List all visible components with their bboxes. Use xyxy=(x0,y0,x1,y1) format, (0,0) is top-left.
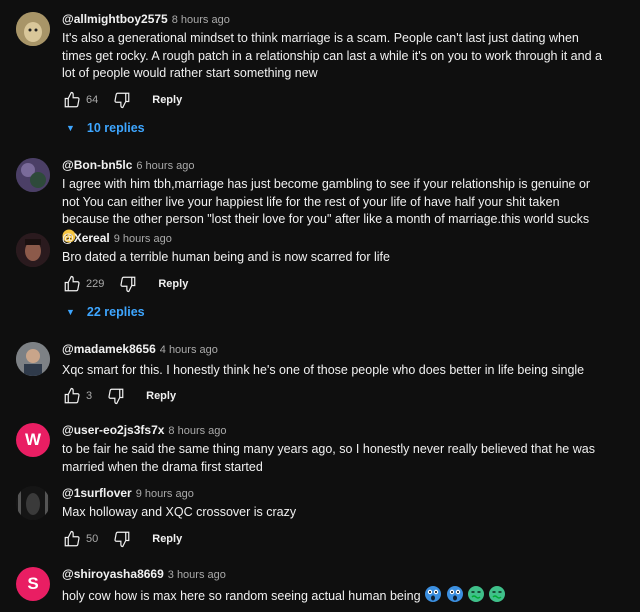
comment-author[interactable]: @Bon-bn5lc xyxy=(62,158,132,172)
comment-author[interactable]: @allmightboy2575 xyxy=(62,12,168,26)
replies-count: 10 replies xyxy=(86,121,145,135)
comment-header: @shiroyasha8669 3 hours ago xyxy=(62,567,226,581)
comment-actions: 64 Reply xyxy=(62,90,182,110)
comment-text: holy cow how is max here so random seein… xyxy=(62,585,602,609)
comment-actions: 50 Reply xyxy=(62,529,182,549)
avatar[interactable]: S xyxy=(16,567,50,601)
like-count: 64 xyxy=(86,94,99,106)
comment-text-body: holy cow how is max here so random seein… xyxy=(62,589,421,604)
nauseated-face-emoji-icon xyxy=(488,585,506,609)
comment-author[interactable]: @shiroyasha8669 xyxy=(62,567,164,581)
view-replies-button[interactable]: ▼ 10 replies xyxy=(66,121,145,135)
caret-down-icon: ▼ xyxy=(66,123,75,133)
avatar[interactable] xyxy=(16,486,50,520)
comment-time[interactable]: 8 hours ago xyxy=(172,14,230,26)
thumbs-down-icon[interactable] xyxy=(118,274,138,294)
comment-author[interactable]: @Xereal xyxy=(62,231,110,245)
avatar-letter: S xyxy=(27,574,39,593)
comment-time[interactable]: 9 hours ago xyxy=(114,233,172,245)
comment-header: @user-eo2js3fs7x 8 hours ago xyxy=(62,423,227,437)
comment-actions: 3 Reply xyxy=(62,386,176,406)
view-replies-button[interactable]: ▼ 22 replies xyxy=(66,305,145,319)
like-count: 3 xyxy=(86,390,93,402)
comment-actions: 229 Reply xyxy=(62,274,188,294)
comment-text: Bro dated a terrible human being and is … xyxy=(62,250,390,264)
thumbs-up-icon[interactable] xyxy=(62,529,82,549)
reply-button[interactable]: Reply xyxy=(146,390,176,402)
comment-header: @allmightboy2575 8 hours ago xyxy=(62,12,230,26)
comment-header: @Bon-bn5lc 6 hours ago xyxy=(62,158,194,172)
reply-button[interactable]: Reply xyxy=(152,533,182,545)
scared-face-emoji-icon xyxy=(424,585,442,609)
comment-header: @Xereal 9 hours ago xyxy=(62,231,172,245)
avatar[interactable] xyxy=(16,12,50,46)
thumbs-up-icon[interactable] xyxy=(62,386,82,406)
avatar[interactable]: W xyxy=(16,423,50,457)
thumbs-up-icon[interactable] xyxy=(62,90,82,110)
comment-author[interactable]: @1surflover xyxy=(62,486,132,500)
avatar-letter: W xyxy=(24,430,42,449)
comment-time[interactable]: 3 hours ago xyxy=(168,569,226,581)
thumbs-down-icon[interactable] xyxy=(112,529,132,549)
comment-text: to be fair he said the same thing many y… xyxy=(62,442,595,474)
caret-down-icon: ▼ xyxy=(66,307,75,317)
nauseated-face-emoji-icon xyxy=(467,585,485,609)
comment-author[interactable]: @user-eo2js3fs7x xyxy=(62,423,164,437)
comment-text: Max holloway and XQC crossover is crazy xyxy=(62,505,297,519)
comment-text-body: I agree with him tbh,marriage has just b… xyxy=(62,177,591,226)
comment-time[interactable]: 8 hours ago xyxy=(168,425,226,437)
replies-count: 22 replies xyxy=(86,305,145,319)
comment-text: Xqc smart for this. I honestly think he'… xyxy=(62,363,585,377)
reply-button[interactable]: Reply xyxy=(152,94,182,106)
reply-button[interactable]: Reply xyxy=(158,278,188,290)
avatar[interactable] xyxy=(16,342,50,376)
comment-time[interactable]: 6 hours ago xyxy=(136,160,194,172)
comment-header: @madamek8656 4 hours ago xyxy=(62,342,218,356)
comment-text: It's also a generational mindset to thin… xyxy=(62,31,602,80)
avatar[interactable] xyxy=(16,158,50,192)
comment-time[interactable]: 9 hours ago xyxy=(136,488,194,500)
like-count: 50 xyxy=(86,533,99,545)
thumbs-down-icon[interactable] xyxy=(106,386,126,406)
avatar[interactable] xyxy=(16,233,50,267)
thumbs-up-icon[interactable] xyxy=(62,274,82,294)
comment-time[interactable]: 4 hours ago xyxy=(160,344,218,356)
comment-header: @1surflover 9 hours ago xyxy=(62,486,194,500)
like-count: 229 xyxy=(86,278,105,290)
comment-author[interactable]: @madamek8656 xyxy=(62,342,156,356)
scared-face-emoji-icon xyxy=(446,585,464,609)
thumbs-down-icon[interactable] xyxy=(112,90,132,110)
